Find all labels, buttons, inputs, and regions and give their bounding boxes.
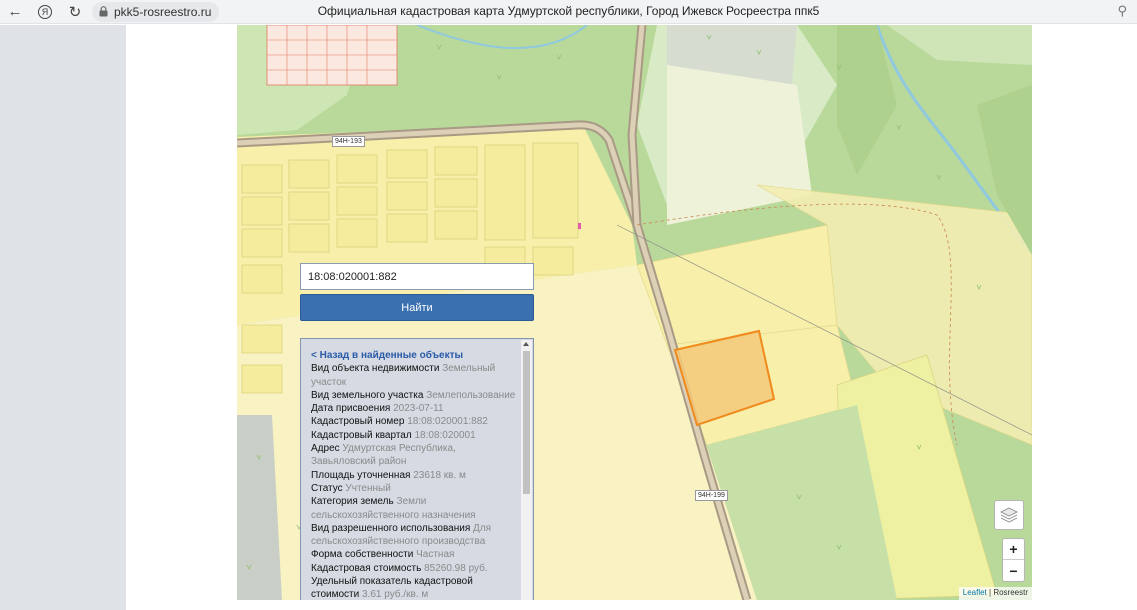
info-row-ownership: Форма собственности Частная <box>311 548 519 561</box>
lock-icon <box>99 6 108 17</box>
info-label: Кадастровый квартал <box>311 429 412 441</box>
zoom-control: + − <box>1002 538 1025 582</box>
reload-icon[interactable]: ↻ <box>60 0 90 24</box>
info-panel-scrollbar[interactable] <box>521 340 532 600</box>
info-row-assign-date: Дата присвоения 2023-07-11 <box>311 402 519 415</box>
info-row-cadastral-number: Кадастровый номер 18:08:020001:882 <box>311 415 519 428</box>
info-value: 3.61 руб./кв. м <box>362 589 429 600</box>
info-row-status: Статус Учтенный <box>311 482 519 495</box>
info-label: Форма собственности <box>311 549 414 561</box>
layers-icon <box>1000 507 1018 523</box>
info-row-land-type: Вид земельного участка Землепользование <box>311 389 519 402</box>
info-label: Адрес <box>311 443 340 455</box>
info-row-cadastral-value: Кадастровая стоимость 85260.98 руб. <box>311 562 519 575</box>
info-label: Вид объекта недвижимости <box>311 363 440 375</box>
map-attribution: Leaflet | Rosreestr <box>958 587 1032 600</box>
zoom-in-button[interactable]: + <box>1003 539 1024 560</box>
info-label: Вид земельного участка <box>311 389 424 401</box>
info-row-land-category: Категория земель Земли сельскохозяйствен… <box>311 495 519 522</box>
zoom-out-button[interactable]: − <box>1003 560 1024 581</box>
extension-icon[interactable]: ⚲ <box>1117 3 1127 19</box>
info-label: Площадь уточненная <box>311 469 411 481</box>
url-text: pkk5-rosreestro.ru <box>114 5 212 19</box>
info-label: Кадастровый номер <box>311 416 405 428</box>
info-row-cadastral-quarter: Кадастровый квартал 18:08:020001 <box>311 429 519 442</box>
yandex-icon[interactable]: Я <box>30 0 60 24</box>
info-row-permitted-use: Вид разрешенного использования Для сельс… <box>311 522 519 549</box>
attribution-source: Rosreestr <box>993 588 1028 597</box>
find-button[interactable]: Найти <box>300 294 534 321</box>
info-value: 18:08:020001:882 <box>407 416 488 428</box>
road-label-94n-199: 94Н-199 <box>695 490 728 501</box>
info-label: Статус <box>311 482 343 494</box>
info-row-unit-value: Удельный показатель кадастровой стоимост… <box>311 575 519 600</box>
info-row-object-type: Вид объекта недвижимости Земельный участ… <box>311 362 519 389</box>
info-value: Учтенный <box>345 482 391 494</box>
back-to-results-link[interactable]: < Назад в найденные объекты <box>311 349 519 362</box>
info-row-address: Адрес Удмуртская Республика, Завьяловски… <box>311 442 519 469</box>
info-value: 18:08:020001 <box>414 429 476 441</box>
address-bar[interactable]: pkk5-rosreestro.ru <box>92 2 220 22</box>
road-label-94n-193: 94Н-193 <box>332 136 365 147</box>
yandex-logo: Я <box>38 4 52 19</box>
info-label: Кадастровая стоимость <box>311 562 422 574</box>
cadastral-search-input[interactable] <box>300 263 534 290</box>
info-value: Землепользование <box>426 389 516 401</box>
info-value: 85260.98 руб. <box>424 562 488 574</box>
object-info-content: < Назад в найденные объекты Вид объекта … <box>311 349 519 600</box>
info-row-area: Площадь уточненная 23618 кв. м <box>311 469 519 482</box>
scroll-thumb[interactable] <box>523 351 530 494</box>
left-gutter <box>0 25 126 610</box>
info-value: Частная <box>416 549 455 561</box>
info-label: Дата присвоения <box>311 403 391 415</box>
info-value: 2023-07-11 <box>393 403 444 415</box>
layers-button[interactable] <box>994 500 1024 530</box>
info-label: Категория земель <box>311 496 394 508</box>
browser-toolbar: ← Я ↻ pkk5-rosreestro.ru Официальная кад… <box>0 0 1137 24</box>
object-info-panel: < Назад в найденные объекты Вид объекта … <box>300 338 534 600</box>
scroll-up-icon[interactable] <box>523 342 529 346</box>
page-title: Официальная кадастровая карта Удмуртской… <box>317 4 820 18</box>
info-value: 23618 кв. м <box>413 469 466 481</box>
cadastral-map[interactable]: 94Н-193 94Н-199 Найти < Назад в найденны… <box>237 25 1032 600</box>
leaflet-link[interactable]: Leaflet <box>963 588 987 597</box>
info-label: Вид разрешенного использования <box>311 522 471 534</box>
back-arrow-icon[interactable]: ← <box>0 0 30 24</box>
